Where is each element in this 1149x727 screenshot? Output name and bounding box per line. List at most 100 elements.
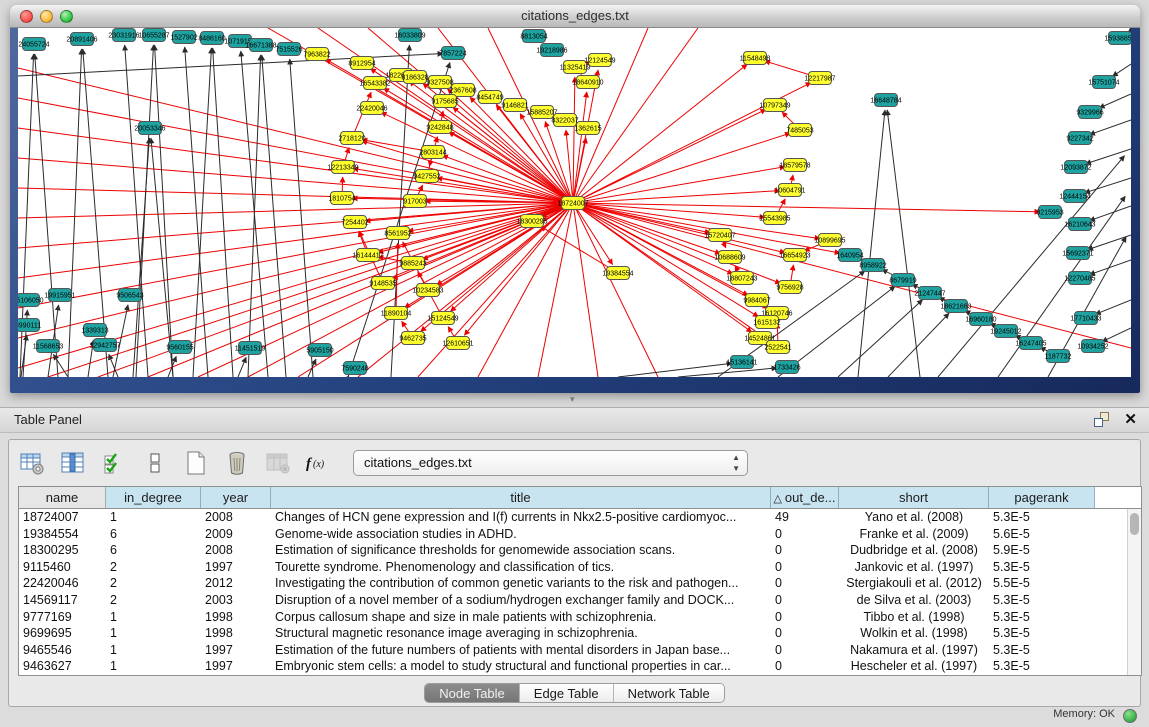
graph-edge-black[interactable] bbox=[678, 368, 777, 377]
table-row[interactable]: 1456911722003Disruption of a novel membe… bbox=[19, 592, 1127, 609]
graph-edge-red[interactable] bbox=[573, 203, 1131, 348]
graph-node[interactable]: 16144417 bbox=[352, 249, 383, 262]
column-header-pagerank[interactable]: pagerank bbox=[989, 487, 1095, 508]
graph-node[interactable]: 15938858 bbox=[1104, 32, 1131, 45]
network-window-titlebar[interactable]: citations_edges.txt bbox=[10, 5, 1140, 28]
graph-node[interactable]: 8990111 bbox=[18, 319, 41, 332]
graph-edge-red[interactable] bbox=[573, 133, 790, 203]
table-cell-title[interactable]: Corpus callosum shape and size in male p… bbox=[271, 609, 771, 626]
tab-node-table[interactable]: Node Table bbox=[425, 684, 520, 702]
graph-edge-red[interactable] bbox=[573, 167, 785, 203]
table-cell-pagerank[interactable]: 5.3E-5 bbox=[989, 609, 1095, 626]
table-row[interactable]: 1830029562008Estimation of significance … bbox=[19, 542, 1127, 559]
table-cell-name[interactable]: 22420046 bbox=[19, 575, 106, 592]
graph-node[interactable]: 1733426 bbox=[773, 361, 800, 374]
table-row[interactable]: 911546021997Tourette syndrome. Phenomeno… bbox=[19, 559, 1127, 576]
table-cell-out_degree[interactable]: 0 bbox=[771, 575, 839, 592]
network-canvas[interactable]: 2405572420891406230319161065528715279028… bbox=[18, 28, 1131, 377]
graph-node[interactable]: 19915951 bbox=[44, 289, 75, 302]
table-cell-out_degree[interactable]: 0 bbox=[771, 542, 839, 559]
graph-node[interactable]: 16210643 bbox=[1064, 218, 1095, 231]
table-cell-short[interactable]: Tibbo et al. (1998) bbox=[839, 609, 989, 626]
graph-node[interactable]: 16247405 bbox=[1015, 337, 1046, 350]
graph-edge-red[interactable] bbox=[573, 191, 780, 203]
graph-node[interactable]: 15124549 bbox=[427, 312, 458, 325]
graph-node[interactable]: 18807243 bbox=[726, 272, 757, 285]
graph-node[interactable]: 19245012 bbox=[990, 325, 1021, 338]
graph-node[interactable]: 18621663 bbox=[940, 300, 971, 313]
table-cell-short[interactable]: de Silva et al. (2003) bbox=[839, 592, 989, 609]
graph-node[interactable]: 1187732 bbox=[1045, 350, 1072, 363]
delete-table-icon[interactable] bbox=[222, 448, 252, 478]
float-panel-icon[interactable] bbox=[1094, 412, 1110, 428]
graph-node[interactable]: 10234583 bbox=[412, 284, 443, 297]
table-cell-pagerank[interactable]: 5.5E-5 bbox=[989, 575, 1095, 592]
graph-node[interactable]: 23031916 bbox=[108, 29, 139, 42]
table-cell-pagerank[interactable]: 5.3E-5 bbox=[989, 658, 1095, 675]
table-cell-title[interactable]: Estimation of significance thresholds fo… bbox=[271, 542, 771, 559]
graph-edge-black[interactable] bbox=[1102, 328, 1131, 342]
graph-edge-red[interactable] bbox=[541, 226, 618, 273]
table-cell-out_degree[interactable]: 0 bbox=[771, 526, 839, 543]
graph-node[interactable]: 15751074 bbox=[1088, 76, 1119, 89]
graph-node[interactable]: 18724007 bbox=[557, 197, 588, 210]
graph-node[interactable]: 17710433 bbox=[1070, 312, 1101, 325]
graph-node[interactable]: 12444154 bbox=[1059, 190, 1090, 203]
graph-node[interactable]: 10604791 bbox=[774, 184, 805, 197]
table-cell-title[interactable]: Changes of HCN gene expression and I(f) … bbox=[271, 509, 771, 526]
table-cell-year[interactable]: 1998 bbox=[201, 609, 271, 626]
table-cell-name[interactable]: 19384554 bbox=[19, 526, 106, 543]
table-cell-name[interactable]: 9465546 bbox=[19, 642, 106, 659]
graph-node[interactable]: 2803144 bbox=[419, 146, 446, 159]
graph-node[interactable]: 11451519 bbox=[235, 342, 266, 355]
graph-node[interactable]: 12217987 bbox=[804, 72, 835, 85]
graph-node[interactable]: 16033809 bbox=[394, 29, 425, 42]
table-cell-pagerank[interactable]: 5.3E-5 bbox=[989, 592, 1095, 609]
zoom-window-button[interactable] bbox=[60, 10, 73, 23]
table-cell-pagerank[interactable]: 5.3E-5 bbox=[989, 642, 1095, 659]
graph-node[interactable]: 9242848 bbox=[426, 121, 453, 134]
graph-node[interactable]: 12124549 bbox=[584, 54, 615, 67]
graph-edge-black[interactable] bbox=[1089, 260, 1131, 275]
table-cell-in_degree[interactable]: 6 bbox=[106, 542, 201, 559]
tab-network-table[interactable]: Network Table bbox=[614, 684, 724, 702]
row-height-icon[interactable] bbox=[140, 448, 170, 478]
graph-node[interactable]: 20891406 bbox=[66, 33, 97, 46]
table-cell-out_degree[interactable]: 0 bbox=[771, 559, 839, 576]
graph-node[interactable]: 2718120 bbox=[338, 132, 365, 145]
graph-node[interactable]: 7590248 bbox=[341, 362, 368, 375]
graph-node[interactable]: 16671388 bbox=[245, 39, 276, 52]
graph-node[interactable]: 9984067 bbox=[743, 294, 770, 307]
graph-node[interactable]: 7515526 bbox=[275, 43, 302, 56]
table-cell-year[interactable]: 2008 bbox=[201, 509, 271, 526]
graph-node[interactable]: 8186328 bbox=[401, 71, 428, 84]
graph-edge-black[interactable] bbox=[887, 110, 920, 377]
column-settings-icon[interactable] bbox=[17, 448, 47, 478]
table-cell-title[interactable]: Genome-wide association studies in ADHD. bbox=[271, 526, 771, 543]
graph-node[interactable]: 7485053 bbox=[786, 124, 813, 137]
graph-node[interactable]: 24055724 bbox=[18, 38, 49, 51]
table-cell-in_degree[interactable]: 1 bbox=[106, 509, 201, 526]
graph-edge-black[interactable] bbox=[53, 354, 68, 377]
table-cell-in_degree[interactable]: 2 bbox=[106, 575, 201, 592]
graph-edge-black[interactable] bbox=[838, 300, 923, 377]
new-table-icon[interactable] bbox=[181, 448, 211, 478]
column-header-short[interactable]: short bbox=[839, 487, 989, 508]
table-row[interactable]: 2242004622012Investigating the contribut… bbox=[19, 575, 1127, 592]
graph-node[interactable]: 12093872 bbox=[1060, 161, 1091, 174]
graph-edge-black[interactable] bbox=[1085, 178, 1131, 193]
graph-node[interactable]: 9756928 bbox=[776, 281, 803, 294]
graph-node[interactable]: 11548498 bbox=[740, 52, 771, 65]
graph-node[interactable]: 15720407 bbox=[704, 229, 735, 242]
graph-edge-black[interactable] bbox=[1089, 206, 1131, 221]
graph-node[interactable]: 16960180 bbox=[965, 313, 996, 326]
graph-node[interactable]: 9146821 bbox=[501, 99, 528, 112]
table-scrollbar[interactable] bbox=[1127, 509, 1141, 675]
column-header-title[interactable]: title bbox=[271, 487, 771, 508]
table-cell-name[interactable]: 9115460 bbox=[19, 559, 106, 576]
graph-node[interactable]: 9506543 bbox=[116, 289, 143, 302]
graph-edge-red[interactable] bbox=[573, 203, 1040, 212]
table-cell-year[interactable]: 2003 bbox=[201, 592, 271, 609]
graph-edge-red[interactable] bbox=[148, 203, 573, 377]
table-cell-out_degree[interactable]: 0 bbox=[771, 592, 839, 609]
